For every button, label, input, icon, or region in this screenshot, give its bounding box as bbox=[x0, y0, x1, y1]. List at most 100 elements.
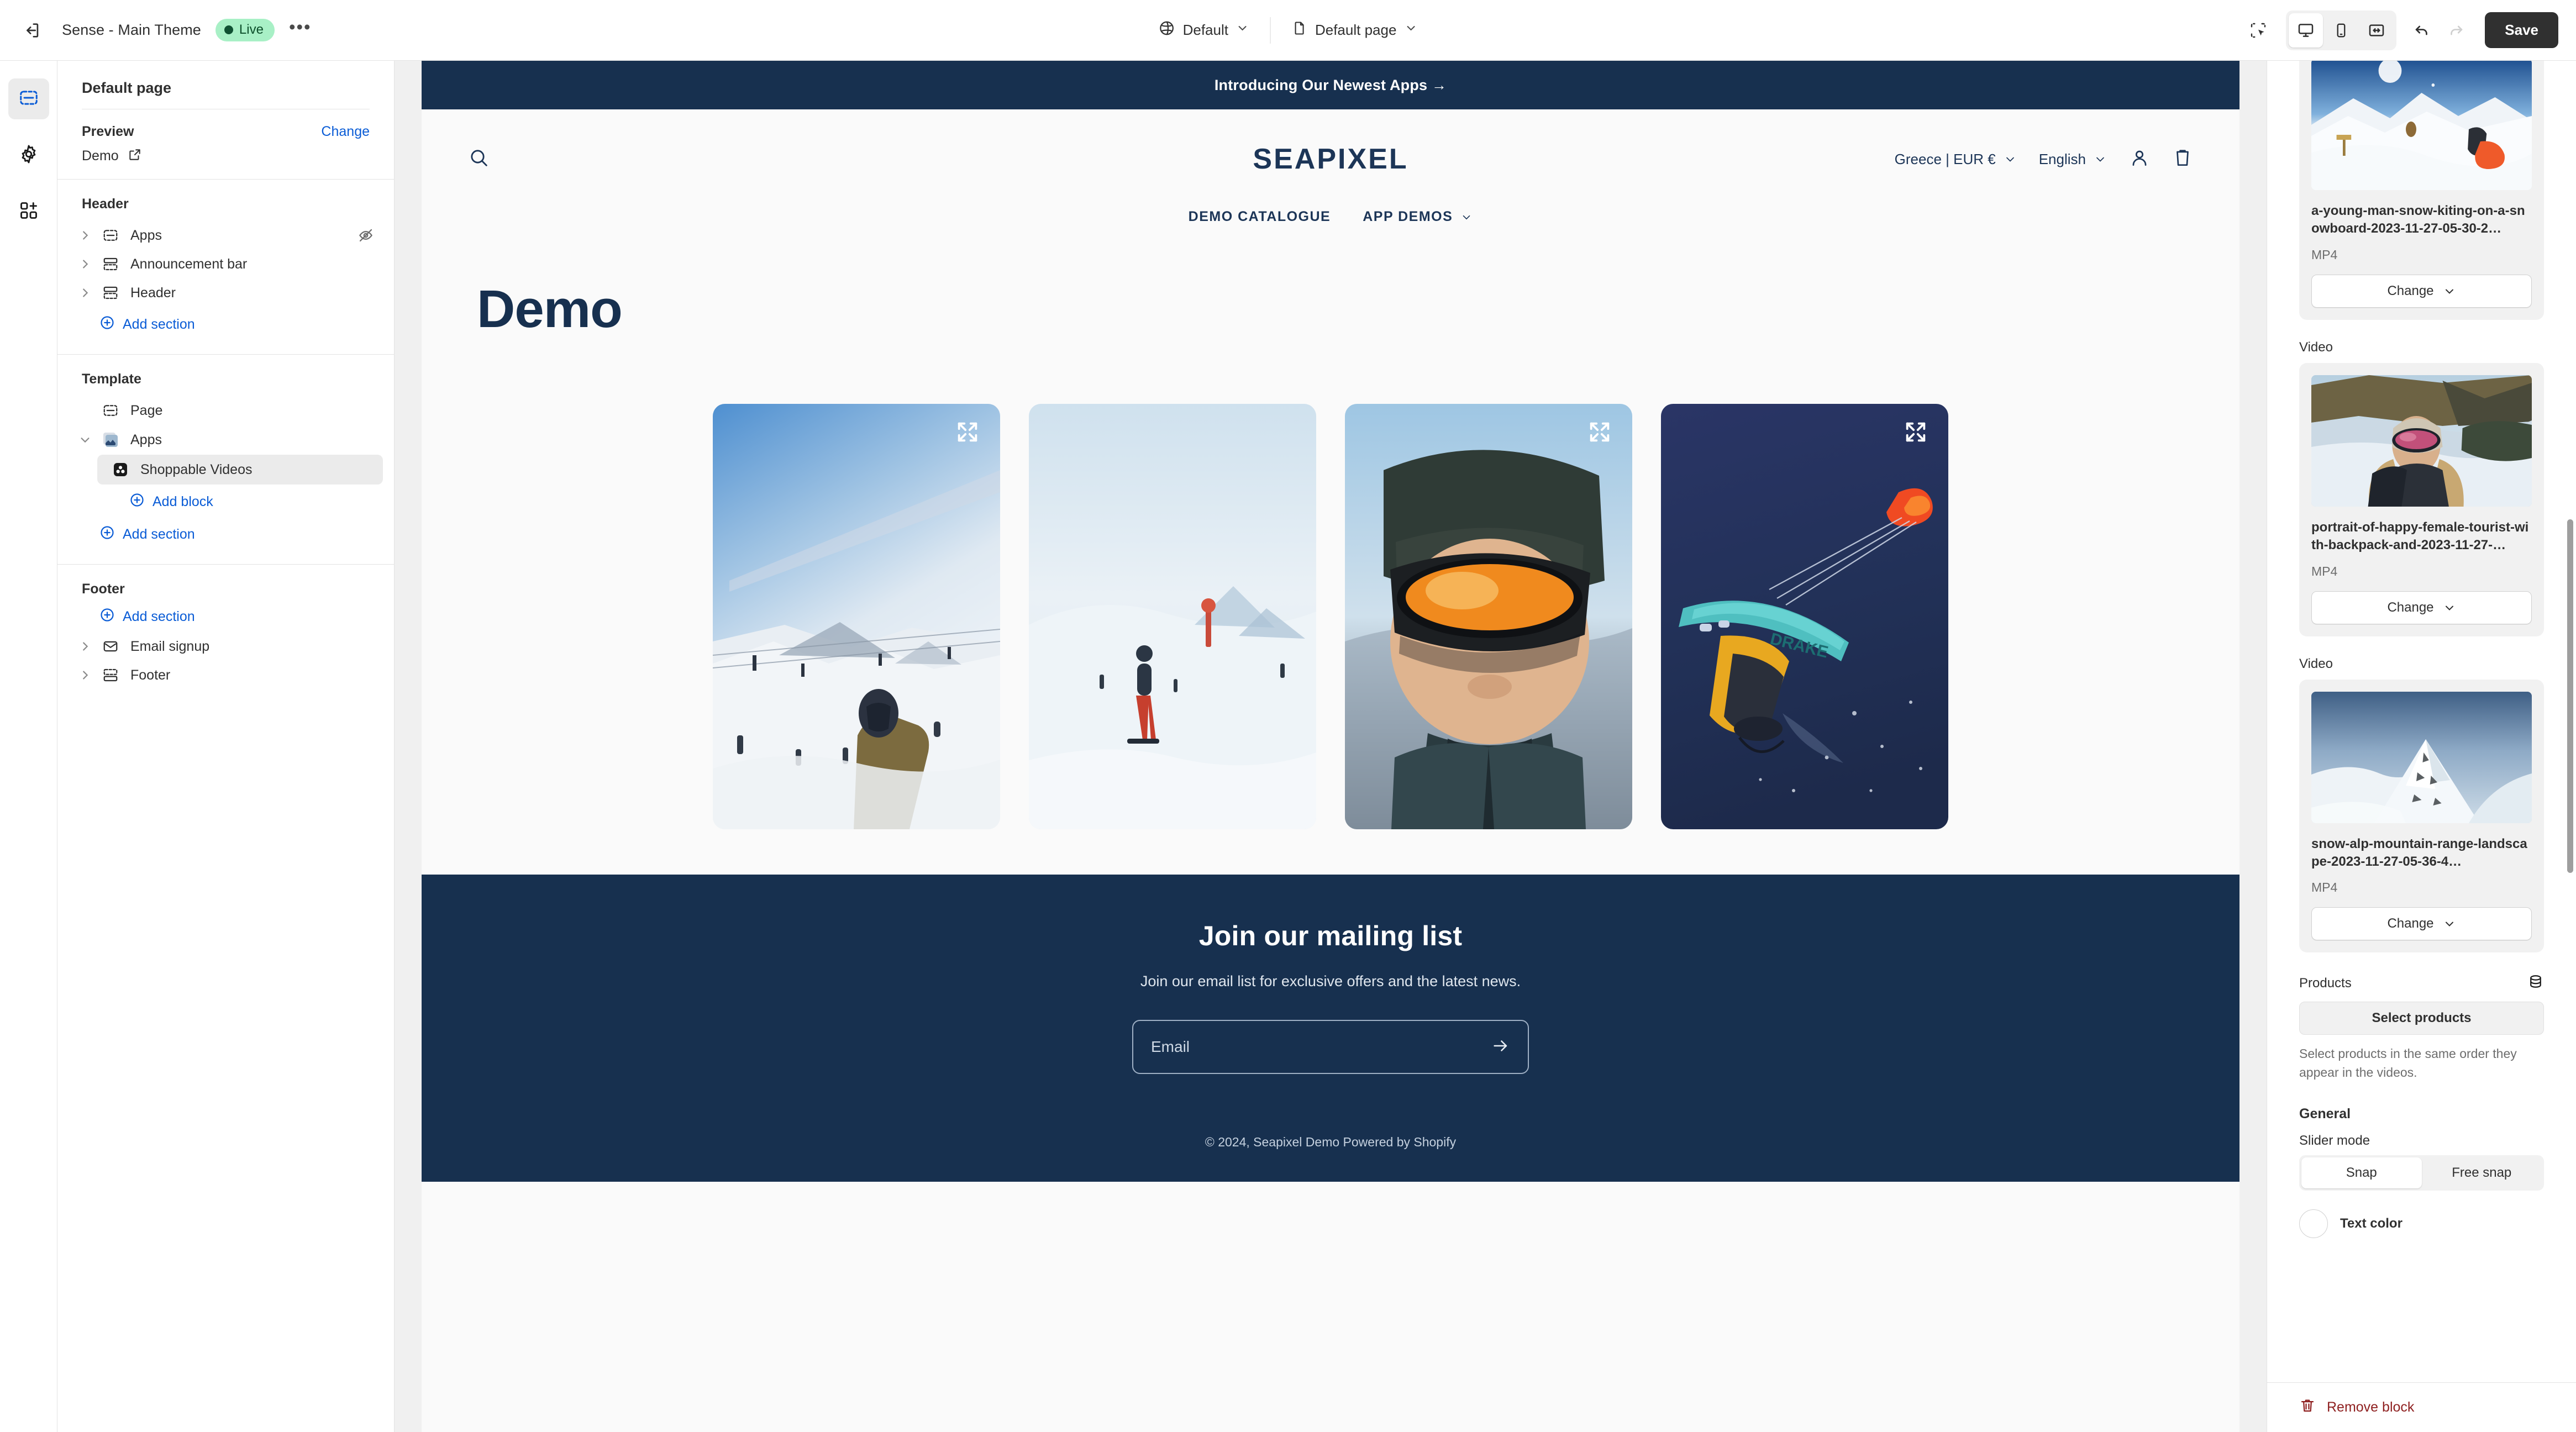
status-badge: Live bbox=[215, 19, 275, 41]
chevron-right-icon[interactable] bbox=[73, 258, 97, 270]
plus-circle-icon bbox=[129, 492, 145, 512]
plus-circle-icon bbox=[99, 525, 115, 544]
change-media-button[interactable]: Change bbox=[2311, 274, 2532, 308]
sidebar-item-label: Apps bbox=[130, 227, 162, 243]
video-card[interactable] bbox=[1345, 404, 1632, 829]
inspector-icon[interactable] bbox=[2243, 15, 2274, 46]
group-heading-template: Template bbox=[82, 371, 141, 387]
theme-editor-app: Sense - Main Theme Live ••• Default Defa… bbox=[0, 0, 2576, 1432]
rail-sections-button[interactable] bbox=[8, 78, 49, 119]
rail-app-embeds-button[interactable] bbox=[8, 191, 49, 232]
store-header: SEAPIXEL Greece | EUR € English bbox=[422, 109, 2239, 209]
external-link-icon[interactable] bbox=[128, 148, 142, 165]
remove-block-button[interactable]: Remove block bbox=[2299, 1397, 2414, 1418]
plus-circle-icon bbox=[99, 315, 115, 334]
select-products-button[interactable]: Select products bbox=[2299, 1002, 2544, 1035]
add-section-button-header[interactable]: Add section bbox=[69, 307, 383, 340]
products-section-header: Products bbox=[2299, 973, 2544, 993]
page-selector[interactable]: Default page bbox=[1283, 15, 1426, 45]
search-icon[interactable] bbox=[468, 147, 490, 172]
footer-group: Footer Add section Email signup Footer bbox=[57, 565, 394, 704]
store-nav: DEMO CATALOGUE APP DEMOS bbox=[422, 209, 2239, 240]
redo-icon bbox=[2441, 15, 2472, 46]
media-card: a-young-man-snow-kiting-on-a-snowboard-2… bbox=[2299, 61, 2544, 320]
media-filename: snow-alp-mountain-range-landscape-2023-1… bbox=[2311, 836, 2527, 869]
video-section-label: Video bbox=[2299, 339, 2333, 355]
add-section-button-template[interactable]: Add section bbox=[69, 517, 383, 550]
panel-scrollbar[interactable] bbox=[2567, 519, 2573, 873]
add-block-button[interactable]: Add block bbox=[69, 485, 383, 517]
market-selector[interactable]: Default bbox=[1150, 14, 1258, 46]
add-section-button-footer[interactable]: Add section bbox=[69, 606, 383, 632]
chevron-right-icon[interactable] bbox=[73, 640, 97, 652]
top-bar-right: Save bbox=[2243, 10, 2576, 50]
sidebar-item-label: Page bbox=[130, 402, 163, 418]
text-color-row[interactable]: Text color bbox=[2299, 1209, 2544, 1239]
fullwidth-icon[interactable] bbox=[2359, 13, 2394, 48]
sidebar-item-footer[interactable]: Footer bbox=[69, 661, 383, 689]
sidebar-item-header[interactable]: Header bbox=[69, 278, 383, 307]
sidebar-title: Default page bbox=[82, 80, 172, 96]
expand-icon[interactable] bbox=[955, 419, 980, 445]
undo-icon[interactable] bbox=[2406, 15, 2437, 46]
sidebar-item-page[interactable]: Page bbox=[69, 396, 383, 425]
sidebar-item-apps-header[interactable]: Apps bbox=[69, 221, 383, 250]
add-section-label: Add section bbox=[123, 527, 195, 542]
media-filename: portrait-of-happy-female-tourist-with-ba… bbox=[2311, 519, 2529, 552]
template-group: Template Page Apps Shoppable Videos Add … bbox=[57, 355, 394, 565]
video-thumbnail bbox=[2311, 375, 2532, 507]
more-options-button[interactable]: ••• bbox=[289, 18, 312, 39]
chevron-down-icon bbox=[2445, 606, 2453, 610]
video-card[interactable] bbox=[713, 404, 1000, 829]
cart-icon[interactable] bbox=[2172, 148, 2193, 171]
shoppable-video-slider[interactable]: DRAKE bbox=[477, 404, 2184, 829]
general-section-title: General bbox=[2299, 1106, 2351, 1122]
chevron-right-icon[interactable] bbox=[73, 229, 97, 241]
media-type: MP4 bbox=[2311, 564, 2338, 578]
slider-mode-option-free-snap[interactable]: Free snap bbox=[2422, 1157, 2542, 1188]
email-signup-field[interactable] bbox=[1132, 1020, 1529, 1074]
account-icon[interactable] bbox=[2129, 148, 2150, 171]
slider-mode-toggle[interactable]: Snap Free snap bbox=[2299, 1155, 2544, 1191]
expand-icon[interactable] bbox=[1903, 419, 1928, 445]
rail-settings-button[interactable] bbox=[8, 135, 49, 176]
sidebar-item-shoppable-videos[interactable]: Shoppable Videos bbox=[97, 455, 383, 485]
chevron-right-icon[interactable] bbox=[73, 287, 97, 299]
arrow-right-icon[interactable] bbox=[1491, 1036, 1510, 1058]
nav-demo-catalogue[interactable]: DEMO CATALOGUE bbox=[1189, 209, 1331, 225]
divider bbox=[1270, 17, 1271, 44]
sidebar-item-announcement-bar[interactable]: Announcement bar bbox=[69, 250, 383, 278]
page-selector-label: Default page bbox=[1315, 22, 1397, 38]
slider-mode-option-snap[interactable]: Snap bbox=[2301, 1157, 2422, 1189]
email-input[interactable] bbox=[1151, 1038, 1491, 1056]
app-block-icon bbox=[97, 402, 124, 419]
country-currency-selector[interactable]: Greece | EUR € bbox=[1895, 151, 2017, 168]
store-logo[interactable]: SEAPIXEL bbox=[1253, 143, 1408, 176]
chevron-down-icon[interactable] bbox=[73, 434, 97, 446]
announcement-bar[interactable]: Introducing Our Newest Apps → bbox=[422, 61, 2239, 109]
video-card[interactable] bbox=[1029, 404, 1316, 829]
sidebar-item-apps-template[interactable]: Apps bbox=[69, 425, 383, 455]
mobile-icon[interactable] bbox=[2324, 13, 2358, 48]
chevron-down-icon bbox=[1236, 22, 1249, 39]
color-swatch[interactable] bbox=[2299, 1209, 2328, 1239]
desktop-icon[interactable] bbox=[2289, 13, 2323, 48]
save-button[interactable]: Save bbox=[2485, 12, 2558, 48]
group-heading-footer: Footer bbox=[82, 581, 125, 597]
expand-icon[interactable] bbox=[1587, 419, 1612, 445]
change-media-button[interactable]: Change bbox=[2311, 591, 2532, 624]
sidebar-item-label: Shoppable Videos bbox=[140, 461, 253, 477]
language-selector[interactable]: English bbox=[2039, 151, 2107, 168]
settings-scroll-area[interactable]: a-young-man-snow-kiting-on-a-snowboard-2… bbox=[2267, 61, 2576, 1382]
nav-app-demos[interactable]: APP DEMOS bbox=[1363, 209, 1473, 225]
exit-icon[interactable] bbox=[17, 15, 48, 46]
eye-off-icon[interactable] bbox=[358, 227, 374, 244]
chevron-down-icon bbox=[2096, 157, 2104, 162]
chevron-right-icon[interactable] bbox=[73, 669, 97, 681]
video-card[interactable]: DRAKE bbox=[1661, 404, 1948, 829]
preview-change-link[interactable]: Change bbox=[321, 124, 370, 140]
sidebar-item-email-signup[interactable]: Email signup bbox=[69, 632, 383, 661]
database-icon[interactable] bbox=[2527, 973, 2544, 993]
change-media-button[interactable]: Change bbox=[2311, 907, 2532, 941]
storefront-preview: Introducing Our Newest Apps → SEAPIXEL G… bbox=[422, 61, 2239, 1432]
